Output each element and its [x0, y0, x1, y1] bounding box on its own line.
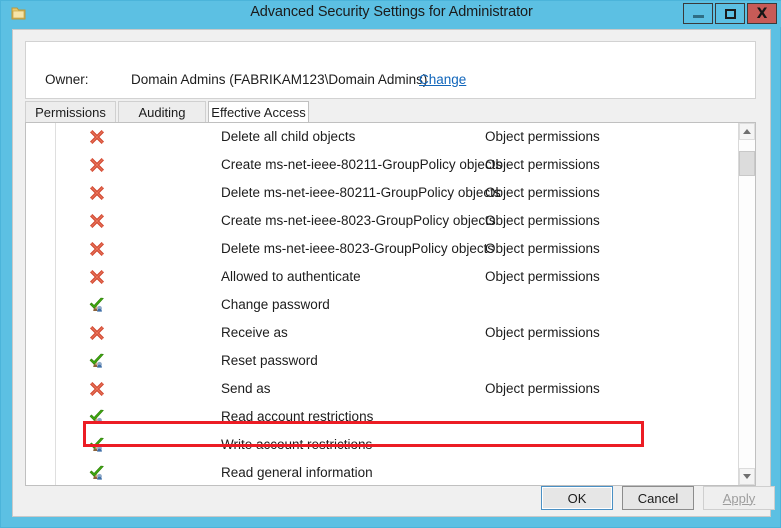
deny-x-icon: [88, 240, 106, 258]
owner-change-link[interactable]: Change: [419, 72, 466, 87]
effective-access-list: Delete all child objects Object permissio…: [25, 122, 756, 486]
table-row[interactable]: Send as Object permissions: [26, 375, 738, 403]
permission-name: Receive as: [221, 324, 288, 342]
table-row[interactable]: Read account restrictions: [26, 403, 738, 431]
tab-effective-access-label: Effective Access: [211, 105, 305, 120]
scroll-up-button[interactable]: [739, 123, 755, 140]
permission-name: Change password: [221, 296, 330, 314]
dialog-footer: OK Cancel Apply: [13, 486, 770, 516]
allow-check-icon: [88, 436, 106, 454]
window-title: Advanced Security Settings for Administr…: [1, 4, 781, 20]
permission-name: Read general information: [221, 464, 373, 482]
cancel-button-label: Cancel: [638, 491, 678, 506]
dialog-client-area: Owner: Domain Admins (FABRIKAM123\Domain…: [12, 29, 771, 517]
permission-name: Send as: [221, 380, 271, 398]
permission-name: Allowed to authenticate: [221, 268, 361, 286]
allow-check-icon: [88, 296, 106, 314]
cancel-button[interactable]: Cancel: [622, 486, 694, 510]
deny-x-icon: [88, 156, 106, 174]
tab-permissions[interactable]: Permissions: [25, 101, 116, 123]
access-limited-by: Object permissions: [485, 156, 600, 174]
close-button[interactable]: X: [747, 3, 777, 24]
table-row[interactable]: Delete ms-net-ieee-8023-GroupPolicy obje…: [26, 235, 738, 263]
table-row[interactable]: Delete all child objects Object permissio…: [26, 123, 738, 151]
permission-name: Delete ms-net-ieee-80211-GroupPolicy obj…: [221, 184, 501, 202]
tab-strip: Permissions Auditing Effective Access: [25, 101, 756, 123]
table-row[interactable]: Read general information: [26, 459, 738, 485]
table-row[interactable]: Create ms-net-ieee-80211-GroupPolicy obj…: [26, 151, 738, 179]
allow-check-icon: [88, 464, 106, 482]
scrollbar-thumb[interactable]: [739, 151, 755, 176]
tab-effective-access[interactable]: Effective Access: [208, 101, 309, 123]
ok-button[interactable]: OK: [541, 486, 613, 510]
deny-x-icon: [88, 184, 106, 202]
table-row[interactable]: Create ms-net-ieee-8023-GroupPolicy obje…: [26, 207, 738, 235]
apply-button-label: Apply: [723, 491, 756, 506]
deny-x-icon: [88, 128, 106, 146]
table-row[interactable]: Delete ms-net-ieee-80211-GroupPolicy obj…: [26, 179, 738, 207]
tab-auditing-label: Auditing: [139, 105, 186, 120]
maximize-button[interactable]: [715, 3, 745, 24]
owner-value: Domain Admins (FABRIKAM123\Domain Admins…: [131, 72, 427, 87]
owner-panel: Owner: Domain Admins (FABRIKAM123\Domain…: [25, 41, 756, 99]
minimize-button[interactable]: [683, 3, 713, 24]
apply-button: Apply: [703, 486, 775, 510]
access-limited-by: Object permissions: [485, 240, 600, 258]
list-vertical-scrollbar[interactable]: [738, 123, 755, 485]
maximize-icon: [725, 9, 736, 19]
owner-label: Owner:: [45, 72, 89, 87]
permission-name: Create ms-net-ieee-80211-GroupPolicy obj…: [221, 156, 502, 174]
scroll-up-icon: [743, 129, 751, 134]
table-row[interactable]: Write account restrictions: [26, 431, 738, 459]
table-row[interactable]: Allowed to authenticate Object permission…: [26, 263, 738, 291]
access-limited-by: Object permissions: [485, 212, 600, 230]
scroll-down-button[interactable]: [739, 468, 755, 485]
table-row[interactable]: Receive as Object permissions: [26, 319, 738, 347]
access-limited-by: Object permissions: [485, 268, 600, 286]
advanced-security-settings-window: Advanced Security Settings for Administr…: [0, 0, 781, 528]
allow-check-icon: [88, 408, 106, 426]
access-limited-by: Object permissions: [485, 380, 600, 398]
deny-x-icon: [88, 380, 106, 398]
effective-access-rows: Delete all child objects Object permissio…: [26, 123, 738, 485]
tab-permissions-label: Permissions: [35, 105, 106, 120]
tab-auditing[interactable]: Auditing: [118, 101, 206, 123]
permission-name: Delete all child objects: [221, 128, 355, 146]
deny-x-icon: [88, 324, 106, 342]
minimize-icon: [693, 15, 704, 18]
access-limited-by: Object permissions: [485, 184, 600, 202]
permission-name: Reset password: [221, 352, 318, 370]
ok-button-label: OK: [568, 491, 587, 506]
permission-name: Read account restrictions: [221, 408, 373, 426]
scroll-down-icon: [743, 474, 751, 479]
deny-x-icon: [88, 268, 106, 286]
access-limited-by: Object permissions: [485, 324, 600, 342]
table-row[interactable]: Reset password: [26, 347, 738, 375]
table-row[interactable]: Change password: [26, 291, 738, 319]
title-bar: Advanced Security Settings for Administr…: [1, 1, 781, 27]
close-icon: X: [757, 7, 768, 21]
window-controls: X: [683, 3, 777, 25]
deny-x-icon: [88, 212, 106, 230]
permission-name: Create ms-net-ieee-8023-GroupPolicy obje…: [221, 212, 496, 230]
access-limited-by: Object permissions: [485, 128, 600, 146]
allow-check-icon: [88, 352, 106, 370]
permission-name: Delete ms-net-ieee-8023-GroupPolicy obje…: [221, 240, 494, 258]
permission-name: Write account restrictions: [221, 436, 372, 454]
